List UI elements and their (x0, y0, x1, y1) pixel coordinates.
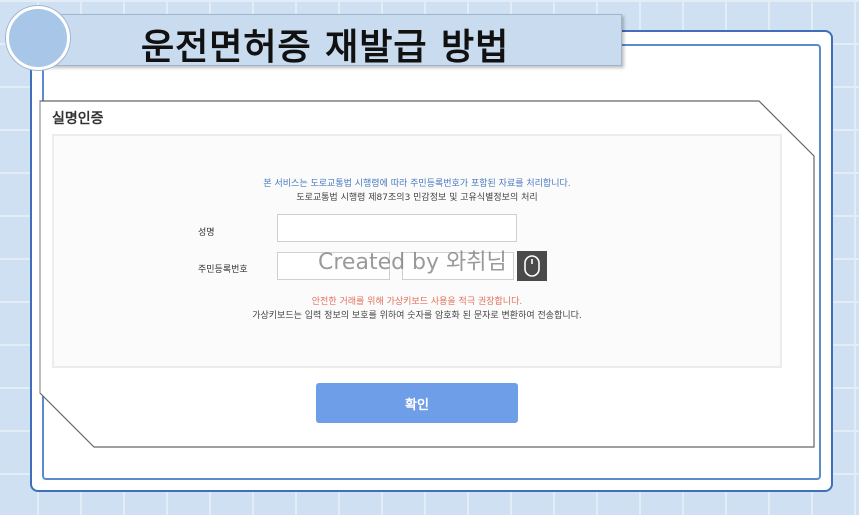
keyboard-warning: 안전한 거래를 위해 가상키보드 사용을 적극 권장합니다. (311, 297, 523, 307)
name-input[interactable] (277, 214, 517, 242)
page-title: 운전면허증 재발급 방법 (141, 27, 510, 68)
mouse-icon (524, 255, 540, 277)
title-banner: 운전면허증 재발급 방법 (30, 14, 622, 68)
keyboard-description: 가상키보드는 입력 정보의 보호를 위하여 숫자를 암호화 된 문자로 변환하여… (252, 311, 582, 321)
notice-line-1: 본 서비스는 도로교통법 시행령에 따라 주민등록번호가 포함된 자료를 처리합… (263, 179, 571, 189)
rrn-back-input[interactable] (402, 252, 514, 280)
virtual-keyboard-button[interactable] (517, 251, 547, 281)
rrn-front-input[interactable] (277, 252, 390, 280)
notice-line-2: 도로교통법 시행령 제87조의3 민감정보 및 고유식별정보의 처리 (296, 193, 538, 203)
rrn-label: 주민등록번호 (198, 265, 248, 275)
name-label: 성명 (198, 228, 215, 238)
section-title: 실명인증 (52, 111, 104, 127)
title-circle-decoration (6, 6, 70, 70)
confirm-button[interactable]: 확인 (316, 383, 518, 423)
form-box: 본 서비스는 도로교통법 시행령에 따라 주민등록번호가 포함된 자료를 처리합… (52, 134, 782, 368)
